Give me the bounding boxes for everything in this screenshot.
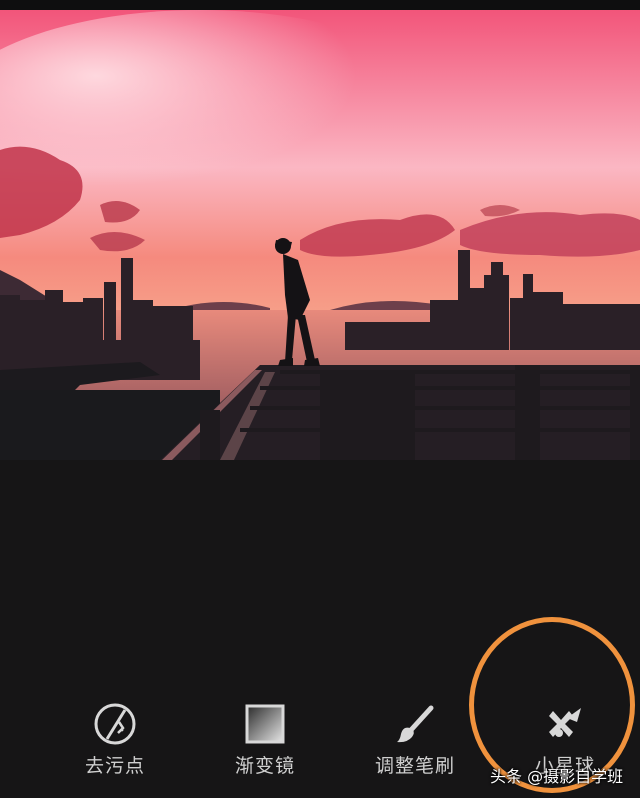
gradient-filter-tool-button[interactable]: 渐变镜 xyxy=(195,700,335,790)
brush-tool-button[interactable]: 调整笔刷 xyxy=(345,700,485,790)
top-bar xyxy=(0,0,640,10)
healing-tool-label: 去污点 xyxy=(84,755,145,777)
watermark-text: 头条 @摄影自学班 xyxy=(490,767,624,786)
photo-preview[interactable] xyxy=(0,10,640,460)
healing-icon xyxy=(91,700,139,748)
brush-icon xyxy=(391,700,439,748)
gradient-filter-tool-label: 渐变镜 xyxy=(234,755,295,777)
brush-tool-label: 调整笔刷 xyxy=(374,755,455,777)
gradient-filter-icon xyxy=(241,700,289,748)
photo-image xyxy=(0,10,640,460)
healing-tool-button[interactable]: 去污点 xyxy=(45,700,185,790)
tiny-planet-icon xyxy=(541,700,589,748)
